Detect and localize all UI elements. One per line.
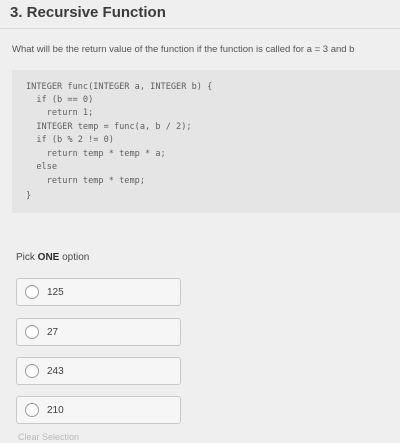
radio-button[interactable] [25,285,39,299]
code-line: if (b % 2 != 0) [26,135,114,145]
option-label: 210 [47,405,64,416]
radio-button[interactable] [25,364,39,378]
pick-prefix: Pick [16,252,38,263]
pick-suffix: option [59,252,90,263]
radio-button[interactable] [25,325,39,339]
option-125[interactable]: 125 [16,278,181,306]
pick-instruction: Pick ONE option [16,252,89,263]
option-label: 125 [47,287,64,298]
question-text: What will be the return value of the fun… [12,44,355,55]
option-210[interactable]: 210 [16,396,181,424]
code-line: else [26,162,58,172]
option-243[interactable]: 243 [16,357,181,385]
radio-button[interactable] [25,403,39,417]
option-label: 243 [47,366,64,377]
pick-emphasis: ONE [37,252,60,263]
code-line: } [26,191,32,201]
clear-selection-link[interactable]: Clear Selection [18,432,79,442]
question-title: 3. Recursive Function [10,4,166,21]
code-line: return temp * temp * a; [26,149,166,159]
code-block: INTEGER func(INTEGER a, INTEGER b) { if … [12,70,400,213]
code-line: if (b == 0) [26,95,94,105]
option-27[interactable]: 27 [16,318,181,346]
code-line: return 1; [26,108,94,118]
option-label: 27 [47,327,59,338]
code-line: return temp * temp; [26,176,145,186]
code-line: INTEGER temp = func(a, b / 2); [26,122,192,132]
divider [0,28,400,29]
code-line: INTEGER func(INTEGER a, INTEGER b) { [26,82,213,92]
